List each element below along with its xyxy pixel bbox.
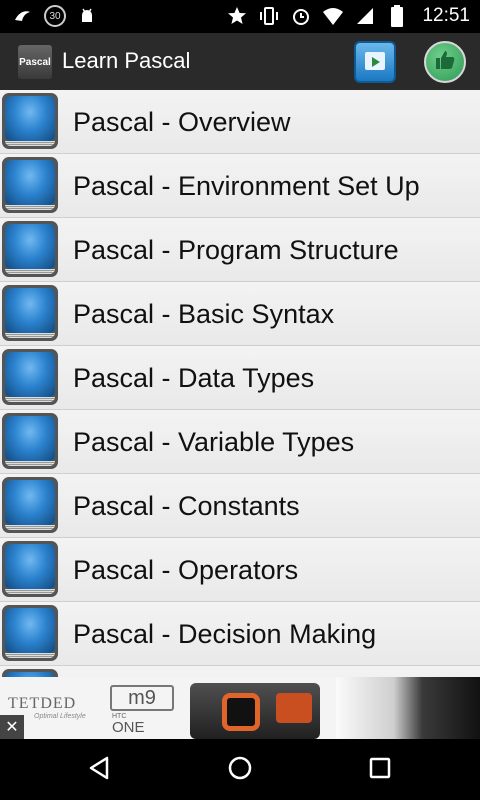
ad-photo	[336, 677, 480, 739]
notification-count-badge: 30	[44, 5, 66, 27]
home-button[interactable]	[224, 754, 256, 786]
list-item[interactable]: Pascal - Variable Types	[0, 410, 480, 474]
book-icon	[2, 413, 58, 469]
ad-tagline: Optimal Lifestyle	[34, 713, 86, 720]
recents-icon	[368, 756, 392, 785]
book-icon	[2, 221, 58, 277]
list-item[interactable]: Pascal - Basic Syntax	[0, 282, 480, 346]
book-icon	[2, 477, 58, 533]
list-item-label: Pascal - Overview	[73, 107, 291, 137]
list-item-label: Pascal - Environment Set Up	[73, 171, 420, 201]
list-item[interactable]: Pascal - Constants	[0, 474, 480, 538]
list-item-label: Pascal - Variable Types	[73, 427, 355, 457]
list-item[interactable]: Pascal - Data Types	[0, 346, 480, 410]
home-icon	[227, 755, 253, 786]
android-debug-icon	[76, 5, 98, 27]
page-title: Learn Pascal	[62, 48, 191, 73]
list-item-label: Pascal - Operators	[73, 555, 299, 585]
book-icon	[2, 285, 58, 341]
list-item-label: Pascal - Decision Making	[73, 619, 377, 649]
list-item[interactable]: Pascal - Overview	[0, 90, 480, 154]
store-button[interactable]	[354, 41, 396, 83]
thumbs-up-icon	[433, 48, 457, 77]
ad-banner[interactable]: TETDED Optimal Lifestyle m9 HTC ONE ✕	[0, 677, 480, 739]
alarm-icon	[290, 5, 312, 27]
book-icon	[2, 669, 58, 677]
list-item[interactable]: Pascal - Decision Making	[0, 602, 480, 666]
book-icon	[2, 93, 58, 149]
ad-product-badge: m9	[110, 685, 174, 711]
battery-icon	[386, 5, 408, 27]
list-item[interactable]	[0, 666, 480, 677]
status-bar: 30 12:51	[0, 0, 480, 33]
star-icon	[226, 5, 248, 27]
back-icon	[87, 755, 113, 786]
store-icon	[363, 48, 387, 77]
ad-phone-image	[190, 683, 320, 739]
ad-model: ONE	[112, 719, 145, 736]
app-logo: Pascal	[18, 45, 52, 79]
topic-list[interactable]: Pascal - Overview Pascal - Environment S…	[0, 90, 480, 677]
list-item-label: Pascal - Data Types	[73, 363, 315, 393]
ad-close-button[interactable]: ✕	[0, 715, 24, 739]
signal-icon	[354, 5, 376, 27]
bird-notification-icon	[12, 5, 34, 27]
vibrate-icon	[258, 5, 280, 27]
like-button[interactable]	[424, 41, 466, 83]
list-item[interactable]: Pascal - Program Structure	[0, 218, 480, 282]
list-item[interactable]: Pascal - Operators	[0, 538, 480, 602]
list-item-label: Pascal - Program Structure	[73, 235, 399, 265]
book-icon	[2, 157, 58, 213]
list-item[interactable]: Pascal - Environment Set Up	[0, 154, 480, 218]
app-bar: Pascal Learn Pascal	[0, 33, 480, 90]
list-item-label: Pascal - Basic Syntax	[73, 299, 335, 329]
book-icon	[2, 605, 58, 661]
nav-bar	[0, 739, 480, 800]
wifi-icon	[322, 5, 344, 27]
recents-button[interactable]	[364, 754, 396, 786]
back-button[interactable]	[84, 754, 116, 786]
ad-brand: TETDED	[8, 695, 77, 712]
book-icon	[2, 349, 58, 405]
list-item-label: Pascal - Constants	[73, 491, 300, 521]
status-time: 12:51	[422, 5, 470, 26]
book-icon	[2, 541, 58, 597]
